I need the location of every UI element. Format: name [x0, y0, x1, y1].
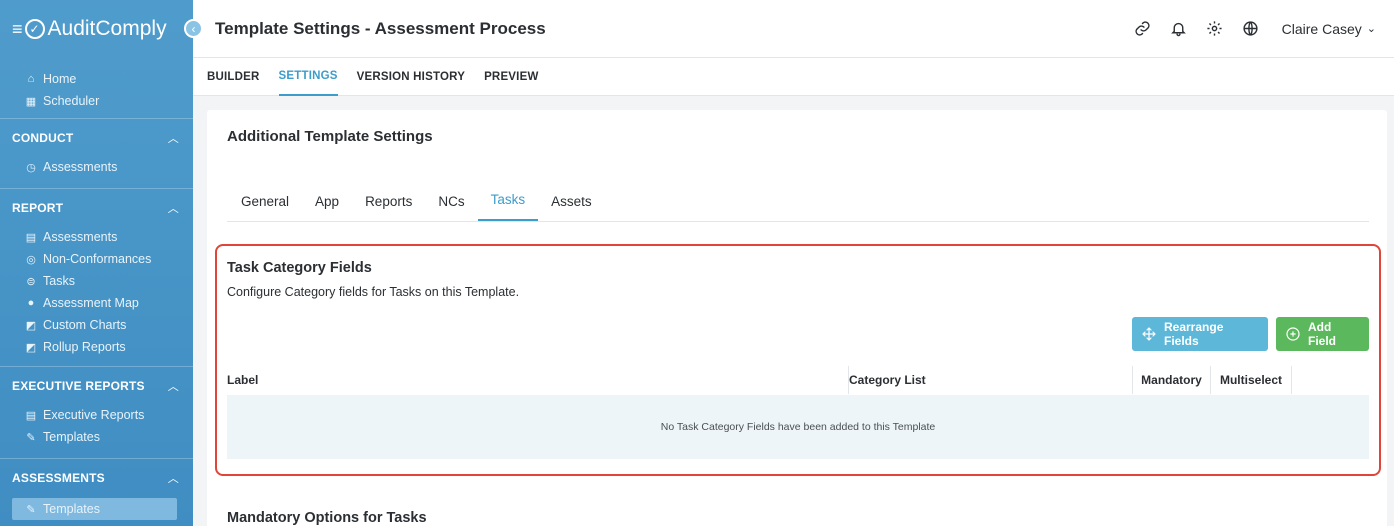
sidebar-item-assessments-templates[interactable]: ✎ Templates	[12, 498, 177, 520]
settings-card: Additional Template Settings General App…	[207, 110, 1387, 526]
sidebar-item-label: Templates	[43, 502, 100, 516]
page-title: Template Settings - Assessment Process	[215, 18, 546, 38]
sidebar-item-label: Scheduler	[43, 94, 100, 108]
chevron-down-icon: ⌄	[1366, 23, 1376, 35]
template-subtabs: BUILDER SETTINGS VERSION HISTORY PREVIEW	[193, 58, 1394, 96]
section-executive-reports-header[interactable]: EXECUTIVE REPORTS ︿	[0, 366, 193, 404]
tab-version-history[interactable]: VERSION HISTORY	[357, 58, 465, 96]
tab-app[interactable]: App	[302, 181, 352, 221]
section-title: CONDUCT	[12, 130, 74, 145]
mandatory-options-title: Mandatory Options for Tasks	[227, 510, 427, 526]
edit-icon: ✎	[26, 431, 36, 444]
sidebar-item-label: Assessment Map	[43, 296, 139, 310]
app-name: AuditComply	[47, 17, 167, 40]
section-title: Task Category Fields	[227, 260, 372, 276]
clock-icon: ◷	[26, 161, 36, 174]
menu-icon: ≡	[12, 18, 23, 39]
add-field-button[interactable]: Add Field	[1276, 317, 1369, 351]
tab-builder[interactable]: BUILDER	[207, 58, 260, 96]
table-header: Label Category List Mandatory Multiselec…	[227, 366, 1369, 394]
home-icon: ⌂	[27, 73, 35, 85]
tab-general[interactable]: General	[241, 181, 302, 221]
user-name: Claire Casey	[1281, 20, 1362, 37]
sidebar-item-report-assessments[interactable]: ▤ Assessments	[0, 226, 193, 248]
rearrange-fields-button[interactable]: Rearrange Fields	[1132, 317, 1268, 351]
settings-tabs: General App Reports NCs Tasks Assets	[227, 182, 1369, 222]
tab-assets[interactable]: Assets	[538, 181, 605, 221]
report-group: ▤ Assessments ◎ Non-Conformances ⊜ Tasks…	[0, 226, 193, 366]
empty-table-message: No Task Category Fields have been added …	[227, 395, 1369, 459]
conduct-group: ◷ Assessments	[0, 156, 193, 188]
app-logo[interactable]: ≡ ✓ AuditComply	[0, 0, 193, 58]
section-title: EXECUTIVE REPORTS	[12, 378, 145, 393]
edit-icon: ✎	[26, 503, 36, 516]
section-subtitle: Configure Category fields for Tasks on t…	[227, 285, 520, 299]
sidebar-item-label: Custom Charts	[43, 318, 127, 332]
sidebar-item-executive-reports[interactable]: ▤ Executive Reports	[0, 404, 193, 426]
chart-icon: ◩	[25, 319, 37, 332]
plus-circle-icon	[1285, 326, 1301, 342]
tab-tasks[interactable]: Tasks	[477, 181, 539, 221]
column-header-mandatory[interactable]: Mandatory	[1132, 366, 1210, 394]
sidebar-item-label: Non-Conformances	[43, 252, 152, 266]
chart-icon: ◩	[25, 341, 37, 354]
sidebar: ≡ ✓ AuditComply ⌂ Home ▦ Scheduler CONDU…	[0, 0, 193, 526]
executive-reports-group: ▤ Executive Reports ✎ Templates	[0, 404, 193, 458]
rearrange-label: Rearrange Fields	[1164, 320, 1224, 348]
chevron-up-icon: ︿	[167, 380, 179, 393]
tab-settings[interactable]: SETTINGS	[278, 58, 338, 96]
search-icon: ◎	[26, 253, 36, 266]
move-arrows-icon	[1141, 326, 1157, 342]
section-title: REPORT	[12, 200, 64, 215]
sidebar-top-group: ⌂ Home ▦ Scheduler	[0, 58, 193, 118]
card-title: Additional Template Settings	[227, 128, 433, 145]
sidebar-item-label: Home	[43, 72, 77, 86]
bell-icon[interactable]	[1170, 20, 1188, 38]
add-field-label: Add Field	[1308, 320, 1337, 348]
collapse-sidebar-button[interactable]: ‹	[184, 19, 203, 38]
tab-ncs[interactable]: NCs	[425, 181, 477, 221]
gear-icon[interactable]	[1206, 20, 1224, 38]
section-title: ASSESSMENTS	[12, 470, 105, 485]
sidebar-item-assessment-map[interactable]: ● Assessment Map	[0, 292, 193, 314]
column-header-text: Category List	[849, 373, 926, 387]
sidebar-item-label: Assessments	[43, 160, 118, 174]
sidebar-item-home[interactable]: ⌂ Home	[0, 68, 193, 90]
sidebar-item-label: Tasks	[43, 274, 75, 288]
sidebar-item-custom-charts[interactable]: ◩ Custom Charts	[0, 314, 193, 336]
column-header-category-list[interactable]: Category List	[848, 366, 1132, 394]
section-assessments-header[interactable]: ASSESSMENTS ︿	[0, 458, 193, 496]
sidebar-item-exec-templates[interactable]: ✎ Templates	[0, 426, 193, 448]
chevron-left-icon: ‹	[191, 21, 196, 36]
chevron-up-icon: ︿	[167, 202, 179, 215]
user-menu[interactable]: Claire Casey ⌄	[1282, 21, 1376, 37]
column-header-label[interactable]: Label	[227, 366, 848, 394]
tab-preview[interactable]: PREVIEW	[484, 58, 538, 96]
calendar-icon: ▦	[25, 95, 37, 108]
link-icon[interactable]	[1134, 20, 1152, 38]
map-pin-icon: ●	[27, 297, 35, 309]
list-icon: ⊜	[26, 275, 36, 288]
sidebar-item-label: Assessments	[43, 230, 118, 244]
section-conduct-header[interactable]: CONDUCT ︿	[0, 118, 193, 156]
report-icon: ▤	[25, 231, 37, 244]
sidebar-item-label: Templates	[43, 430, 100, 444]
sidebar-item-non-conformances[interactable]: ◎ Non-Conformances	[0, 248, 193, 270]
chevron-up-icon: ︿	[167, 132, 179, 145]
tab-reports[interactable]: Reports	[352, 181, 425, 221]
report-icon: ▤	[25, 409, 37, 422]
top-icons: Claire Casey ⌄	[1134, 20, 1394, 38]
sidebar-item-tasks[interactable]: ⊜ Tasks	[0, 270, 193, 292]
sidebar-item-label: Executive Reports	[43, 408, 145, 422]
sidebar-item-label: Rollup Reports	[43, 340, 126, 354]
top-bar: Template Settings - Assessment Process C…	[193, 0, 1394, 58]
column-header-multiselect[interactable]: Multiselect	[1210, 366, 1292, 394]
section-report-header[interactable]: REPORT ︿	[0, 188, 193, 226]
sidebar-item-scheduler[interactable]: ▦ Scheduler	[0, 90, 193, 112]
sidebar-item-conduct-assessments[interactable]: ◷ Assessments	[0, 156, 193, 178]
sidebar-item-rollup-reports[interactable]: ◩ Rollup Reports	[0, 336, 193, 358]
chevron-up-icon: ︿	[167, 472, 179, 485]
check-circle-icon: ✓	[24, 19, 45, 39]
globe-icon[interactable]	[1242, 20, 1260, 38]
